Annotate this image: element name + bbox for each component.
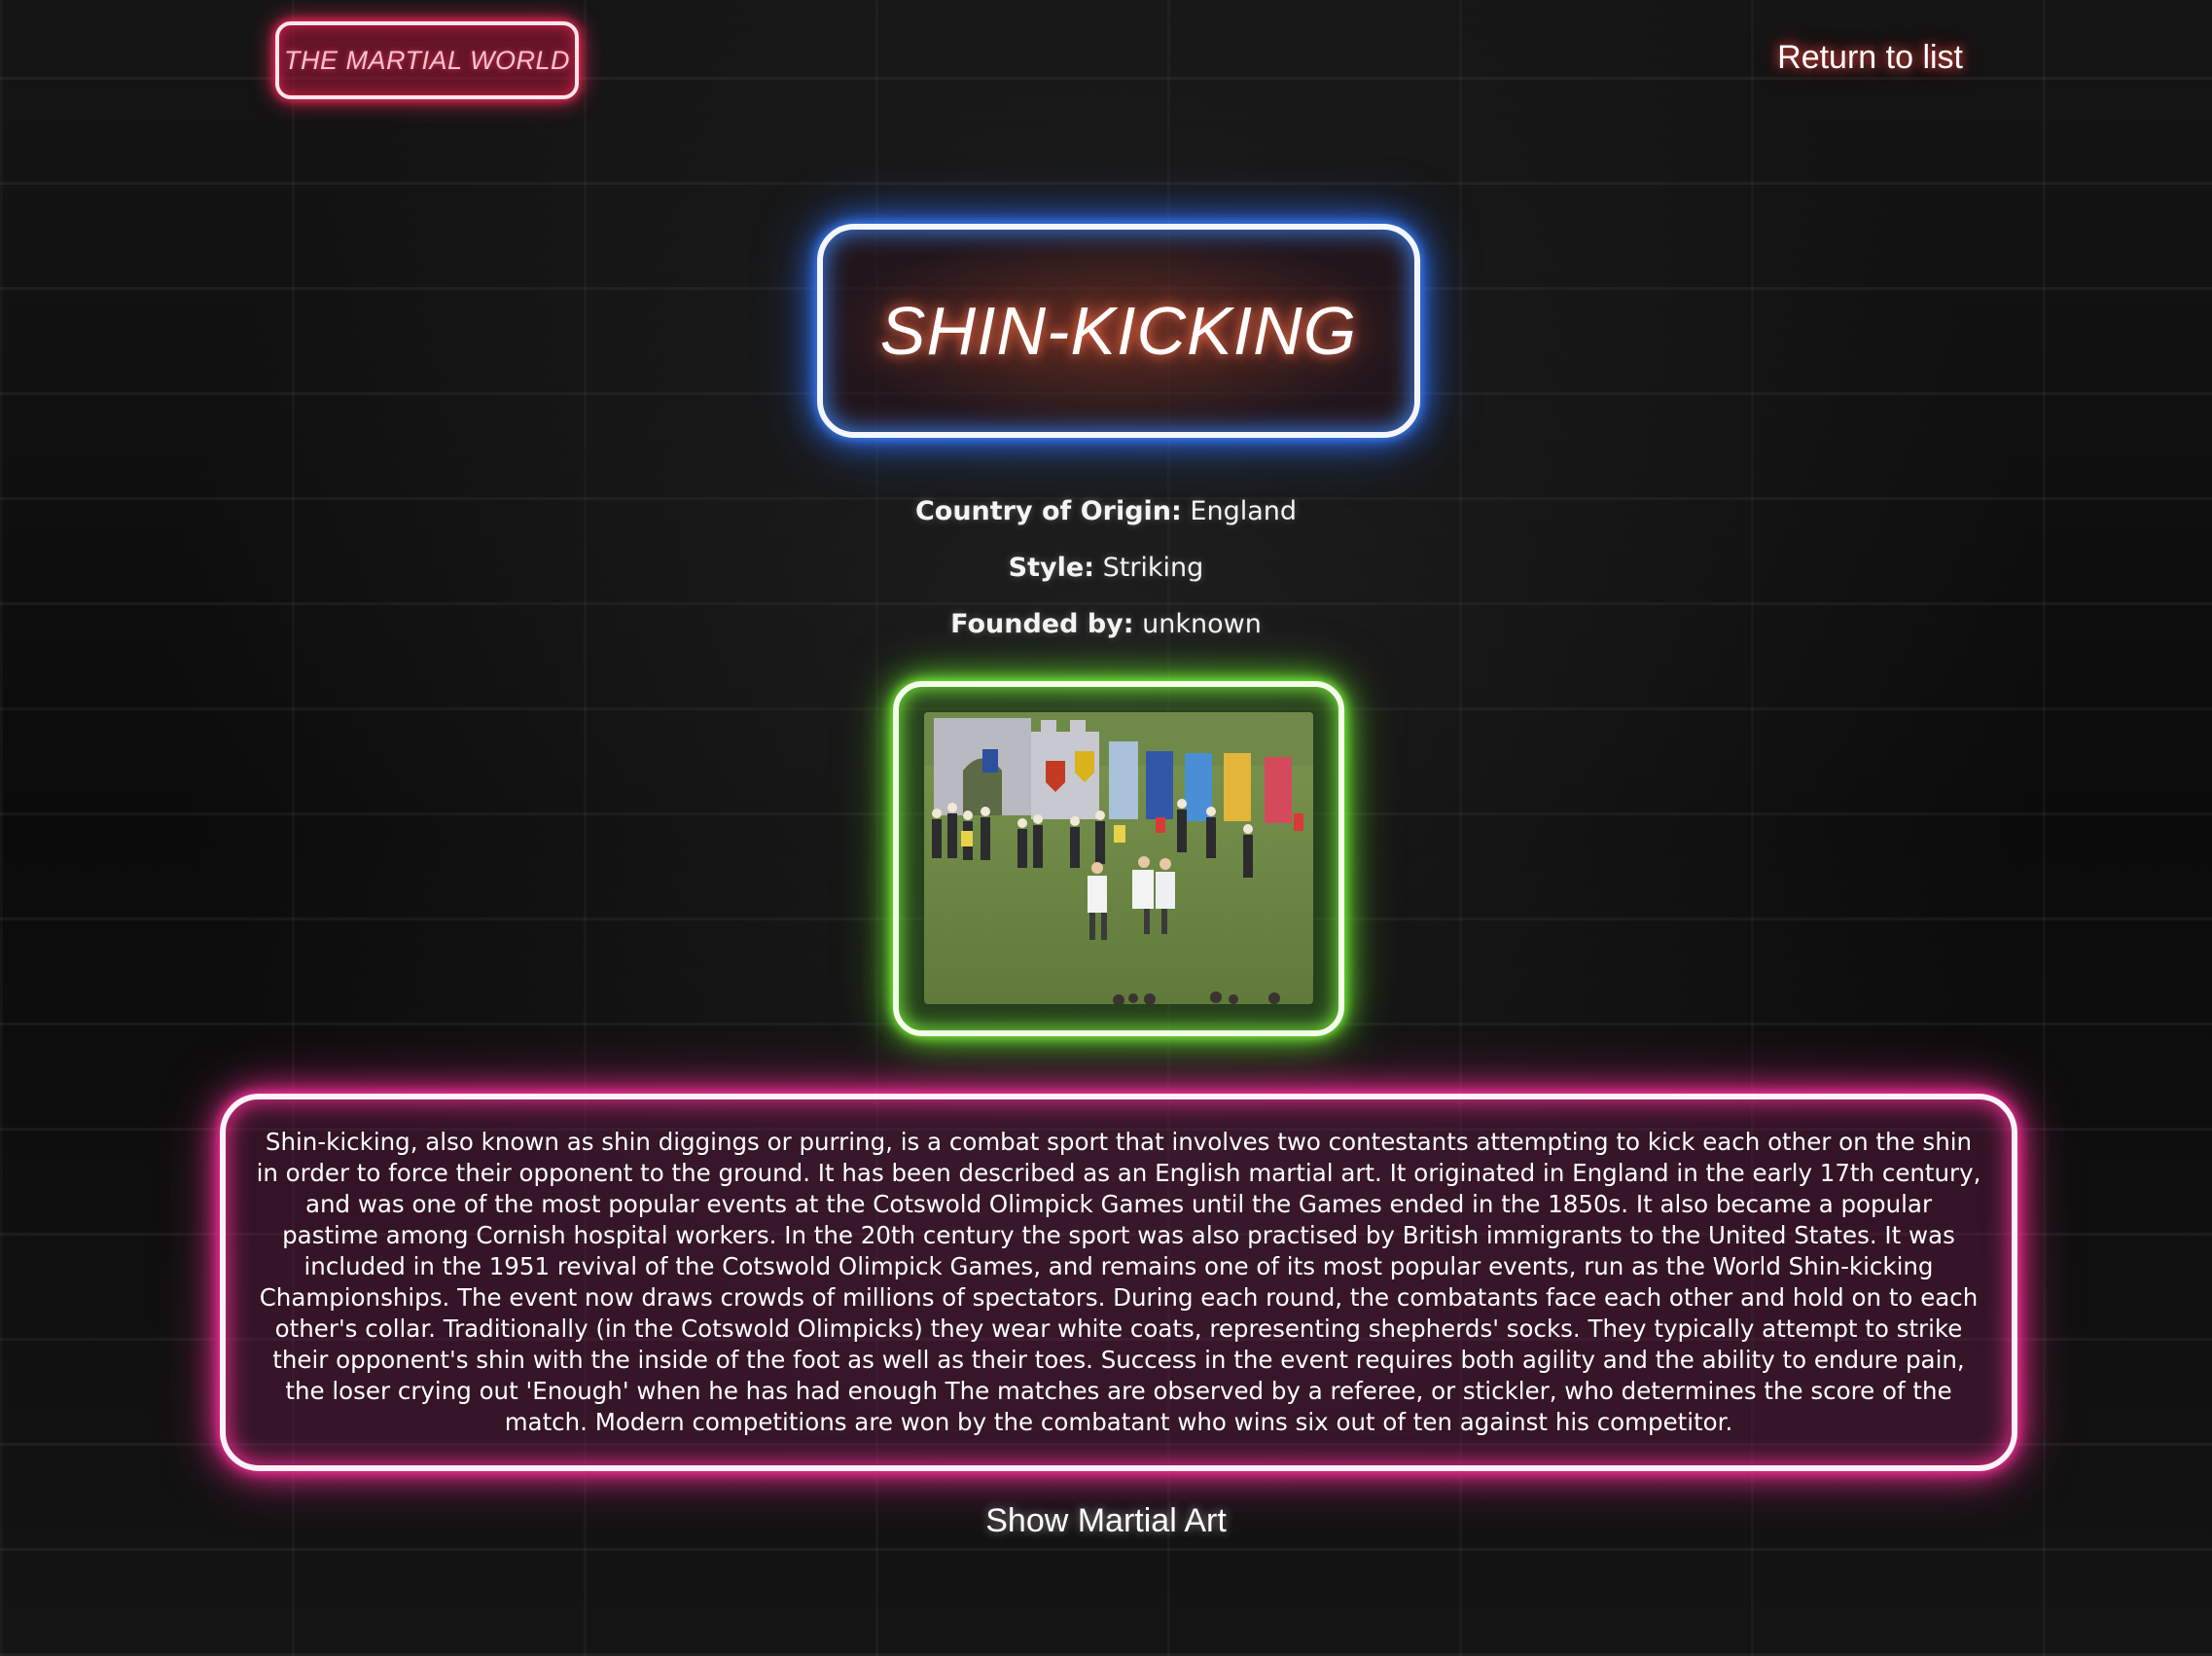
founded-by-row: Founded by: unknown (0, 609, 2212, 639)
brand-logo-label: THE MARTIAL WORLD (283, 45, 571, 75)
description-panel: Shin-kicking, also known as shin digging… (220, 1094, 2017, 1471)
martial-art-description: Shin-kicking, also known as shin digging… (256, 1128, 1981, 1436)
style-value: Striking (1102, 553, 1204, 583)
return-to-list-link[interactable]: Return to list (1777, 39, 1963, 77)
page-title: SHIN-KICKING (879, 293, 1358, 369)
photo-frame (893, 681, 1344, 1036)
style-label: Style: (1008, 553, 1094, 583)
show-martial-art-link[interactable]: Show Martial Art (0, 1502, 2212, 1540)
founded-by-value: unknown (1142, 609, 1262, 639)
title-panel: SHIN-KICKING (817, 224, 1420, 438)
martial-art-photo (924, 712, 1313, 1004)
country-of-origin-label: Country of Origin: (914, 496, 1182, 526)
country-of-origin-value: England (1190, 496, 1298, 526)
founded-by-label: Founded by: (950, 609, 1134, 639)
style-row: Style: Striking (0, 553, 2212, 583)
brand-logo-button[interactable]: THE MARTIAL WORLD (275, 21, 579, 99)
country-of-origin-row: Country of Origin: England (0, 496, 2212, 526)
